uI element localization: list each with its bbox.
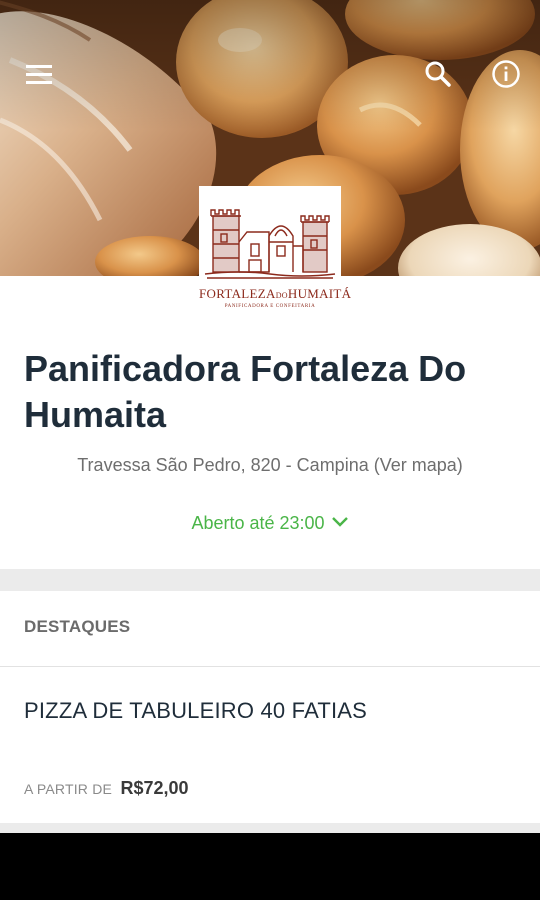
logo-wordmark: FORTALEZADOHUMAITÁ — [199, 286, 352, 301]
info-icon — [492, 60, 520, 88]
menu-button[interactable] — [16, 50, 64, 98]
castle-logo-icon — [204, 209, 336, 279]
opening-hours-toggle[interactable]: Aberto até 23:00 — [0, 513, 540, 534]
opening-hours-text: Aberto até 23:00 — [191, 513, 325, 533]
menu-icon — [26, 65, 52, 84]
section-divider — [0, 569, 540, 591]
info-button[interactable] — [482, 50, 530, 98]
search-icon — [425, 61, 451, 87]
section-divider-bottom — [0, 823, 540, 833]
store-logo: FORTALEZADOHUMAITÁ PANIFICADORA E CONFEI… — [199, 186, 352, 318]
highlights-title: DESTAQUES — [24, 617, 131, 636]
chevron-down-icon — [331, 517, 348, 527]
product-name: PIZZA DE TABULEIRO 40 FATIAS — [24, 698, 368, 723]
store-address-link[interactable]: Travessa São Pedro, 820 - Campina (Ver m… — [0, 455, 540, 476]
price-prefix: A PARTIR DE — [24, 781, 113, 797]
search-button[interactable] — [414, 50, 462, 98]
product-price-row: A PARTIR DE R$72,00 — [24, 778, 189, 799]
store-name: Panificadora Fortaleza Do Humaita — [24, 348, 467, 435]
system-navigation-bar — [0, 833, 540, 900]
product-price: R$72,00 — [120, 778, 189, 798]
product-item[interactable]: PIZZA DE TABULEIRO 40 FATIAS A PARTIR DE… — [0, 667, 540, 823]
logo-tagline: PANIFICADORA E CONFEITARIA — [224, 304, 316, 309]
